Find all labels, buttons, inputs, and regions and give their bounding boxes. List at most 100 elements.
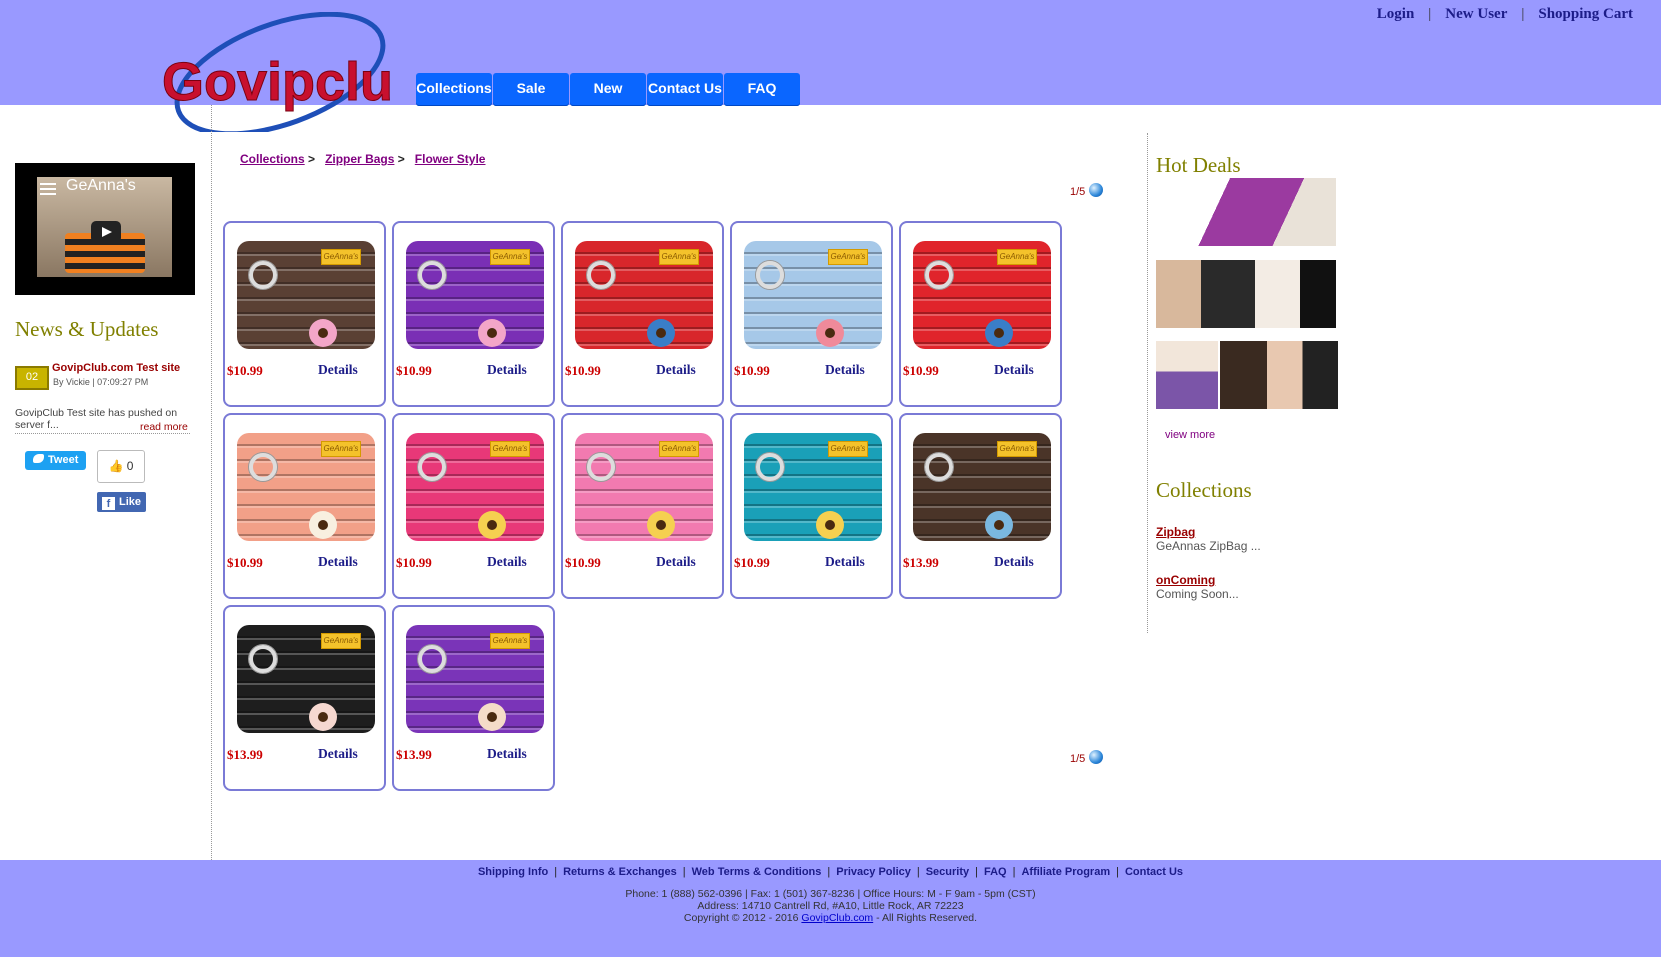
details-link[interactable]: Details xyxy=(825,554,865,570)
details-link[interactable]: Details xyxy=(318,362,358,378)
nav-collections[interactable]: Collections xyxy=(416,73,492,106)
product-card[interactable]: GeAnna's $13.99 Details xyxy=(223,605,386,791)
tweet-button[interactable]: Tweet xyxy=(25,451,86,470)
new-user-link[interactable]: New User xyxy=(1445,6,1507,23)
product-card[interactable]: GeAnna's $13.99 Details xyxy=(899,413,1062,599)
hot-deal-image[interactable] xyxy=(1156,341,1218,409)
footer-separator: | xyxy=(827,866,831,878)
product-card[interactable]: GeAnna's $10.99 Details xyxy=(392,221,555,407)
facebook-like-button[interactable]: f Like xyxy=(97,492,146,512)
product-image[interactable]: GeAnna's xyxy=(237,241,375,349)
product-card[interactable]: GeAnna's $10.99 Details xyxy=(392,413,555,599)
hot-deal-image[interactable] xyxy=(1220,341,1338,409)
breadcrumb-zipper-bags[interactable]: Zipper Bags xyxy=(325,152,394,166)
footer-link[interactable]: FAQ xyxy=(984,866,1007,878)
product-image[interactable]: GeAnna's xyxy=(913,433,1051,541)
details-link[interactable]: Details xyxy=(994,554,1034,570)
collection-desc: GeAnnas ZipBag ... xyxy=(1156,539,1261,553)
details-link[interactable]: Details xyxy=(487,554,527,570)
details-link[interactable]: Details xyxy=(487,362,527,378)
nav-new[interactable]: New xyxy=(570,73,646,106)
like-label: Like xyxy=(119,496,142,508)
product-image[interactable]: GeAnna's xyxy=(237,433,375,541)
product-price: $10.99 xyxy=(565,555,601,570)
collection-zipbag-link[interactable]: Zipbag xyxy=(1156,525,1195,539)
breadcrumb: Collections > Zipper Bags > Flower Style xyxy=(240,152,485,166)
view-more-link[interactable]: view more xyxy=(1165,429,1215,441)
collection-oncoming-link[interactable]: onComing xyxy=(1156,573,1215,587)
flower-icon xyxy=(309,511,337,539)
product-image[interactable]: GeAnna's xyxy=(913,241,1051,349)
details-link[interactable]: Details xyxy=(994,362,1034,378)
product-card[interactable]: GeAnna's $13.99 Details xyxy=(392,605,555,791)
footer-address: Address: 14710 Cantrell Rd, #A10, Little… xyxy=(697,900,964,912)
flower-icon xyxy=(985,511,1013,539)
next-page-globe-icon[interactable] xyxy=(1089,183,1104,197)
product-image[interactable]: GeAnna's xyxy=(237,625,375,733)
product-image[interactable]: GeAnna's xyxy=(575,433,713,541)
product-price: $10.99 xyxy=(396,555,432,570)
flower-icon xyxy=(647,319,675,347)
main-nav: Collections Sale New Contact Us FAQ xyxy=(416,73,800,106)
footer-links: Shipping Info | Returns & Exchanges | Web Te… xyxy=(0,866,1661,878)
playlist-icon xyxy=(40,183,56,195)
product-image[interactable]: GeAnna's xyxy=(406,241,544,349)
calendar-icon: 02 xyxy=(15,366,49,390)
footer-link[interactable]: Contact Us xyxy=(1125,866,1183,878)
hot-deal-image[interactable] xyxy=(1156,260,1336,328)
like-count-box[interactable]: 👍 0 xyxy=(97,450,145,483)
product-card[interactable]: GeAnna's $10.99 Details xyxy=(561,413,724,599)
footer-separator: | xyxy=(916,866,920,878)
product-card[interactable]: GeAnna's $10.99 Details xyxy=(730,413,893,599)
nav-faq[interactable]: FAQ xyxy=(724,73,800,106)
collections-heading: Collections xyxy=(1156,478,1252,502)
nav-contact-us[interactable]: Contact Us xyxy=(647,73,723,106)
footer-link[interactable]: Shipping Info xyxy=(478,866,548,878)
login-link[interactable]: Login xyxy=(1377,6,1415,23)
product-price: $10.99 xyxy=(396,363,432,378)
news-title[interactable]: GovipClub.com Test site xyxy=(52,362,180,374)
product-image[interactable]: GeAnna's xyxy=(406,625,544,733)
g-charm-icon xyxy=(587,261,615,289)
product-image[interactable]: GeAnna's xyxy=(744,433,882,541)
hot-deal-image[interactable] xyxy=(1156,178,1336,246)
product-card[interactable]: GeAnna's $10.99 Details xyxy=(899,221,1062,407)
footer-separator: | xyxy=(975,866,978,878)
product-card[interactable]: GeAnna's $10.99 Details xyxy=(561,221,724,407)
details-link[interactable]: Details xyxy=(656,554,696,570)
product-image[interactable]: GeAnna's xyxy=(744,241,882,349)
flower-icon xyxy=(309,319,337,347)
shopping-cart-link[interactable]: Shopping Cart xyxy=(1538,6,1633,23)
details-link[interactable]: Details xyxy=(487,746,527,762)
product-card[interactable]: GeAnna's $10.99 Details xyxy=(223,221,386,407)
product-price: $10.99 xyxy=(565,363,601,378)
play-icon[interactable] xyxy=(91,221,121,243)
collection-item: Zipbag GeAnnas ZipBag ... xyxy=(1156,525,1261,553)
footer-link[interactable]: Affiliate Program xyxy=(1021,866,1110,878)
right-sidebar: Hot Deals view more Collections Zipbag G… xyxy=(1147,133,1347,633)
copyright-link[interactable]: GovipClub.com xyxy=(801,912,873,924)
flower-icon xyxy=(816,511,844,539)
product-image[interactable]: GeAnna's xyxy=(406,433,544,541)
footer-link[interactable]: Returns & Exchanges xyxy=(563,866,677,878)
footer-link[interactable]: Privacy Policy xyxy=(836,866,911,878)
footer-link[interactable]: Security xyxy=(926,866,969,878)
footer: Shipping Info | Returns & Exchanges | Web Te… xyxy=(0,860,1661,957)
next-page-globe-icon[interactable] xyxy=(1089,750,1104,764)
nav-sale[interactable]: Sale xyxy=(493,73,569,106)
details-link[interactable]: Details xyxy=(656,362,696,378)
footer-link[interactable]: Web Terms & Conditions xyxy=(692,866,822,878)
details-link[interactable]: Details xyxy=(318,554,358,570)
details-link[interactable]: Details xyxy=(825,362,865,378)
brand-tag: GeAnna's xyxy=(321,441,361,457)
video-player[interactable]: GeAnna's xyxy=(15,163,195,295)
product-image[interactable]: GeAnna's xyxy=(575,241,713,349)
breadcrumb-collections[interactable]: Collections xyxy=(240,152,305,166)
breadcrumb-flower-style[interactable]: Flower Style xyxy=(415,152,486,166)
product-card[interactable]: GeAnna's $10.99 Details xyxy=(730,221,893,407)
product-card[interactable]: GeAnna's $10.99 Details xyxy=(223,413,386,599)
product-price: $10.99 xyxy=(903,363,939,378)
details-link[interactable]: Details xyxy=(318,746,358,762)
product-price: $10.99 xyxy=(227,363,263,378)
read-more-link[interactable]: read more xyxy=(140,421,188,433)
